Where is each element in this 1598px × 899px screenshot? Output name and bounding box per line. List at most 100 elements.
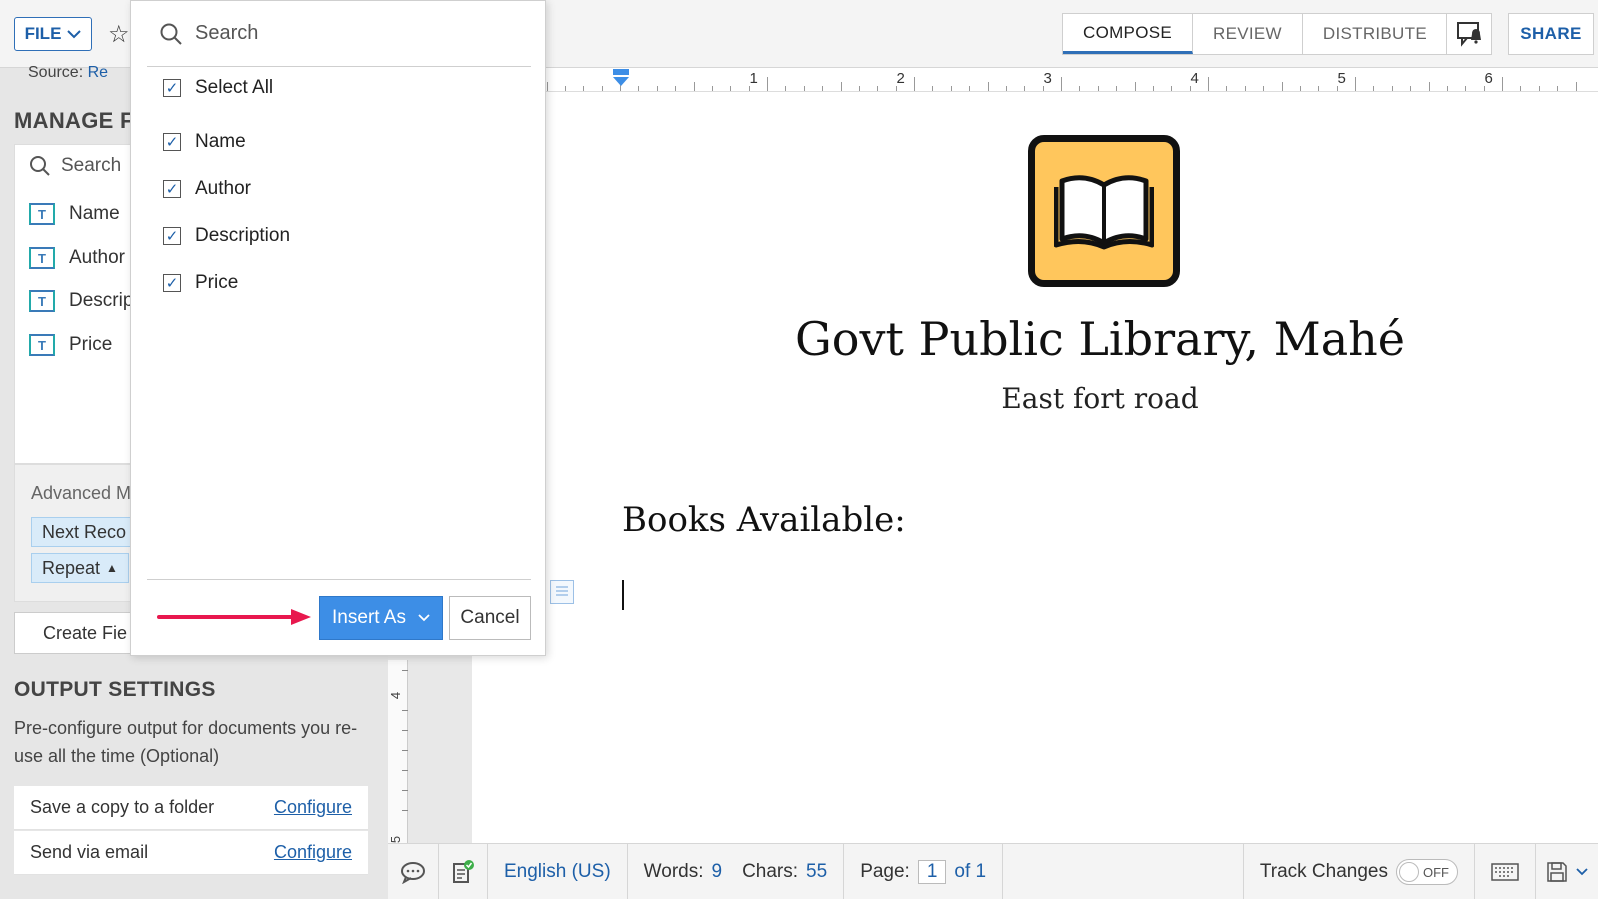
ruler-tick (1097, 86, 1099, 91)
option-label: Description (195, 225, 291, 246)
ruler-tick (1171, 86, 1173, 91)
document-heading[interactable]: Books Available: (622, 500, 906, 540)
checkbox-checked-icon: ✓ (163, 227, 181, 245)
chevron-down-icon (1576, 867, 1588, 875)
field-item-description[interactable]: T Descrip (29, 290, 133, 312)
ruler-tick (1208, 77, 1209, 91)
document-title[interactable]: Govt Public Library, Mahé (700, 312, 1500, 366)
page-indicator: Page: 1 of 1 (844, 844, 1004, 899)
star-icon[interactable]: ☆ (108, 20, 130, 49)
ruler-tick (730, 86, 732, 91)
chars-value: 55 (806, 860, 828, 882)
ruler-tick (822, 86, 824, 91)
option-name[interactable]: ✓ Name (163, 131, 246, 153)
ruler-tick (840, 82, 842, 91)
ruler-tick (546, 82, 548, 91)
tab-label: REVIEW (1213, 24, 1282, 43)
save-button[interactable] (1536, 844, 1598, 899)
ruler-tick (1152, 86, 1154, 91)
vruler-number: 4 (388, 691, 404, 700)
next-record-chip[interactable]: Next Reco (31, 517, 138, 547)
chevron-down-icon (418, 614, 430, 622)
search-icon (160, 23, 182, 45)
open-book-icon (1054, 175, 1154, 250)
option-label: Author (195, 178, 251, 199)
dropdown-search-input[interactable]: Search (147, 1, 531, 67)
tab-label: DISTRIBUTE (1322, 24, 1427, 43)
select-all-checkbox[interactable]: ✓ Select All (163, 77, 273, 99)
insert-fields-dropdown: Search ✓ Select All ✓ Name ✓ Author ✓ De… (130, 0, 546, 656)
ruler-tick (1079, 86, 1081, 91)
ruler-tick (803, 86, 805, 91)
option-author[interactable]: ✓ Author (163, 178, 251, 200)
field-item-price[interactable]: T Price (29, 334, 112, 356)
indent-marker-icon[interactable] (611, 68, 631, 88)
search-placeholder: Search (61, 155, 122, 176)
ruler-tick (1502, 77, 1503, 91)
insert-as-button[interactable]: Insert As (319, 596, 443, 640)
file-menu-button[interactable]: FILE (14, 17, 92, 51)
field-label: Author (69, 247, 125, 268)
ruler-tick (950, 86, 952, 91)
status-bar: English (US) Words: 9 Chars: 55 Page: 1 … (388, 843, 1598, 899)
field-search[interactable]: Search (29, 155, 121, 177)
comments-status[interactable] (388, 844, 439, 899)
ruler-tick (638, 86, 640, 91)
source-link[interactable]: Re (88, 64, 108, 81)
text-field-icon: T (29, 247, 55, 269)
paragraph-icon[interactable] (550, 580, 574, 604)
language-selector[interactable]: English (US) (488, 844, 628, 899)
ruler-tick (1116, 86, 1118, 91)
page-input[interactable]: 1 (917, 859, 947, 884)
word-count: Words: 9 Chars: 55 (628, 844, 845, 899)
tab-compose[interactable]: COMPOSE (1063, 14, 1194, 54)
option-description[interactable]: ✓ Description (163, 225, 290, 247)
option-price[interactable]: ✓ Price (163, 272, 238, 294)
row-label: Send via email (30, 842, 149, 862)
cancel-label: Cancel (460, 607, 520, 628)
language-label: English (US) (504, 860, 611, 882)
tab-distribute[interactable]: DISTRIBUTE (1303, 14, 1447, 54)
checkbox-checked-icon: ✓ (163, 79, 181, 97)
ruler-tick (1281, 82, 1283, 91)
ruler-tick (1263, 86, 1265, 91)
share-button[interactable]: SHARE (1508, 13, 1594, 55)
track-changes-toggle[interactable]: OFF (1396, 858, 1458, 885)
tab-review[interactable]: REVIEW (1193, 14, 1303, 54)
configure-email-link[interactable]: Configure (274, 842, 352, 863)
ruler-tick (1244, 86, 1246, 91)
document-subtitle[interactable]: East fort road (800, 382, 1400, 415)
doc-check-status[interactable] (439, 844, 488, 899)
ruler-tick (1446, 86, 1448, 91)
ruler-tick (1373, 86, 1375, 91)
comments-bell-button[interactable] (1446, 13, 1492, 55)
text-cursor (622, 580, 624, 610)
option-label: Price (195, 272, 239, 293)
search-icon (30, 156, 50, 176)
field-item-author[interactable]: T Author (29, 247, 125, 269)
track-changes: Track Changes OFF (1242, 844, 1475, 899)
arrow-right-icon (157, 609, 311, 625)
ruler-tick (932, 86, 934, 91)
ruler-tick (1410, 86, 1412, 91)
words-label: Words: (643, 860, 704, 882)
ruler-tick (1465, 86, 1467, 91)
horizontal-ruler: 1 2 3 4 5 6 (546, 68, 1598, 92)
keyboard-icon (1491, 862, 1519, 881)
ruler-tick (767, 77, 768, 91)
row-label: Save a copy to a folder (30, 797, 215, 817)
ruler-tick (877, 86, 879, 91)
select-all-label: Select All (195, 77, 274, 98)
ruler-tick (1428, 82, 1430, 91)
cancel-button[interactable]: Cancel (449, 596, 531, 640)
configure-save-link[interactable]: Configure (274, 797, 352, 818)
ruler-tick (969, 86, 971, 91)
document-check-icon (453, 859, 474, 883)
keyboard-button[interactable] (1475, 844, 1536, 899)
share-label: SHARE (1520, 24, 1582, 43)
ruler-tick (1391, 86, 1393, 91)
vertical-ruler: 4 5 (388, 660, 408, 850)
field-label: Price (69, 334, 113, 355)
repeat-chip[interactable]: Repeat ▲ (31, 553, 129, 583)
field-item-name[interactable]: T Name (29, 203, 120, 225)
